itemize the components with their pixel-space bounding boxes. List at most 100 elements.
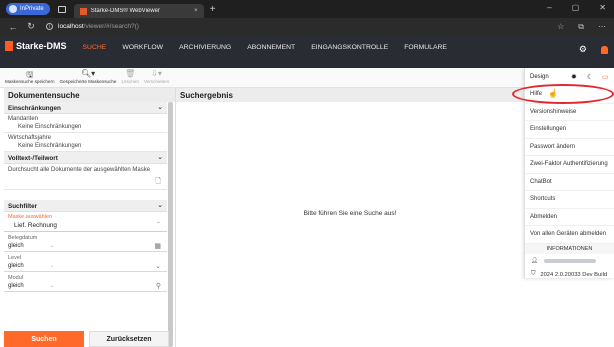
wirtschaftsjahre-label: Wirtschaftsjahre xyxy=(8,135,52,141)
saved-mask-search-button[interactable]: 🔍︎▾ Gespeicherte Maskensuche xyxy=(60,68,117,87)
fulltext-title: Volltext-/Teilwort xyxy=(8,155,58,162)
delete-button[interactable]: 🗑 Löschen xyxy=(122,68,139,87)
wirtschaftsjahre-value[interactable]: Keine Einschränkungen xyxy=(4,141,167,152)
move-label: Verschieben xyxy=(143,79,170,84)
gear-icon[interactable]: ⚙ xyxy=(579,44,587,55)
minimize-icon[interactable]: – xyxy=(547,3,551,12)
menu-item-abmelden[interactable]: Abmelden xyxy=(525,209,614,226)
fulltext-input[interactable]: 🗋 xyxy=(4,176,167,190)
filter-section[interactable]: Suchfilter ⌄ xyxy=(4,200,167,212)
app-logo[interactable]: Starke-DMS xyxy=(5,41,67,51)
menu-item-passwort-aendern[interactable]: Passwort ändern xyxy=(525,139,614,156)
belegdatum-label: Belegdatum xyxy=(8,235,38,241)
chevron-down-icon[interactable]: ⌄ xyxy=(50,283,54,289)
chevron-down-icon[interactable]: ⌄ xyxy=(157,103,163,111)
tab-close-icon[interactable]: × xyxy=(194,8,198,14)
dropdown-arrow-icon[interactable]: ⌃ xyxy=(156,221,161,228)
modul-label: Modul xyxy=(8,275,23,281)
search-button[interactable]: Suchen xyxy=(4,331,84,347)
redacted-username xyxy=(543,258,596,263)
nav-formulare[interactable]: FORMULARE xyxy=(396,35,455,59)
mandanten-label: Mandanten xyxy=(8,116,39,122)
search-panel-buttons: Suchen Zurücksetzen xyxy=(4,331,169,347)
site-info-icon[interactable]: i xyxy=(46,23,53,30)
nav-eingangskontrolle[interactable]: EINGANGSKONTROLLE xyxy=(303,35,396,59)
restrictions-title: Einschränkungen xyxy=(8,105,61,112)
tab-actions-icon[interactable] xyxy=(57,5,66,13)
chevron-down-icon[interactable]: ⌄ xyxy=(155,262,161,270)
info-heading: INFORMATIONEN xyxy=(525,243,614,254)
chevron-down-icon[interactable]: ⌄ xyxy=(50,243,54,249)
filter-title: Suchfilter xyxy=(8,203,38,210)
panel-scrollbar[interactable] xyxy=(168,102,173,347)
inprivate-badge[interactable]: InPrivate xyxy=(6,3,50,15)
more-icon[interactable]: ⋯ xyxy=(598,22,606,32)
menu-item-versionshinweise[interactable]: Versionshinweise xyxy=(525,104,614,121)
url-path: /viewer/#/search?() xyxy=(83,23,139,30)
inprivate-label: InPrivate xyxy=(20,6,44,12)
chevron-down-icon[interactable]: ⌄ xyxy=(157,153,163,161)
mask-select[interactable]: Lief. Rechnung ⌃ xyxy=(4,220,167,232)
document-icon[interactable]: 🗋 xyxy=(155,177,161,188)
restrictions-section[interactable]: Einschränkungen ⌄ xyxy=(4,102,167,114)
modul-row[interactable]: gleich ⌄ ⚲ xyxy=(4,281,167,292)
search-panel: Dokumentensuche Einschränkungen ⌄ Mandan… xyxy=(4,88,176,347)
mandanten-value[interactable]: Keine Einschränkungen xyxy=(4,122,167,133)
move-icon: ⇩▾ xyxy=(151,69,162,78)
url-host: localhost xyxy=(58,23,84,30)
calendar-icon[interactable]: ▦ xyxy=(154,242,161,250)
menu-item-einstellungen[interactable]: Einstellungen xyxy=(525,121,614,139)
profile-icon xyxy=(9,5,17,13)
build-version: 2024 2.0.20033 Dev Build xyxy=(540,271,608,278)
close-window-icon[interactable]: ✕ xyxy=(599,3,606,12)
notification-bell-icon[interactable] xyxy=(601,45,608,54)
modul-operator[interactable]: gleich xyxy=(8,283,24,289)
chevron-down-icon[interactable]: ⌄ xyxy=(157,201,163,209)
trash-icon: 🗑 xyxy=(125,69,136,78)
results-title: Suchergebnis xyxy=(176,88,524,102)
saved-mask-search-label: Gespeicherte Maskensuche xyxy=(59,79,117,84)
save-mask-search-button[interactable]: 🖫 Maskensuche speichern xyxy=(5,68,55,87)
highlight-ellipse xyxy=(512,84,614,104)
favorite-star-icon[interactable]: ☆ xyxy=(557,22,564,32)
reload-icon[interactable]: ↻ xyxy=(26,21,36,32)
menu-item-shortcuts[interactable]: Shortcuts xyxy=(525,191,614,209)
favicon-icon xyxy=(79,7,87,15)
search-icon[interactable]: ⚲ xyxy=(156,282,161,290)
reset-button[interactable]: Zurücksetzen xyxy=(89,331,169,347)
menu-item-chatbot[interactable]: ChatBot xyxy=(525,174,614,191)
browser-addressbar: ← ↻ i localhost/viewer/#/search?() ☆ ⧉ ⋯ xyxy=(0,18,614,35)
toolbar: 🖫 Maskensuche speichern 🔍︎▾ Gespeicherte… xyxy=(0,68,614,88)
menu-item-zwei-faktor[interactable]: Zwei-Faktor Authentifizierung xyxy=(525,156,614,174)
back-icon[interactable]: ← xyxy=(8,22,18,32)
maximize-icon[interactable]: ▢ xyxy=(572,3,580,12)
nav-abonnement[interactable]: ABONNEMENT xyxy=(239,35,303,59)
browser-tabbar: InPrivate Starke-DMS® WebViewer × + – ▢ … xyxy=(0,0,614,18)
app-header: Starke-DMS SUCHE WORKFLOW ARCHIVIERUNG A… xyxy=(0,35,614,68)
belegdatum-row[interactable]: gleich ⌄ ▦ xyxy=(4,241,167,252)
monitor-icon[interactable]: ▭ xyxy=(602,73,609,81)
level-row[interactable]: gleich ⌄ ⌄ xyxy=(4,261,167,272)
menu-item-alle-geraete-abmelden[interactable]: Von allen Geräten abmelden xyxy=(525,226,614,244)
fulltext-section[interactable]: Volltext-/Teilwort ⌄ xyxy=(4,152,167,164)
header-actions: ⚙ xyxy=(579,44,608,55)
chevron-down-icon[interactable]: ⌄ xyxy=(50,263,54,269)
belegdatum-operator[interactable]: gleich xyxy=(8,243,24,249)
build-icon: ⛉ xyxy=(531,271,536,277)
browser-tab[interactable]: Starke-DMS® WebViewer × xyxy=(73,4,204,18)
new-tab-icon[interactable]: + xyxy=(210,4,216,15)
nav-workflow[interactable]: WORKFLOW xyxy=(114,35,171,59)
design-label: Design xyxy=(530,74,549,80)
search-panel-title: Dokumentensuche xyxy=(4,88,175,102)
search-icon: 🔍︎▾ xyxy=(80,69,96,78)
url-field[interactable]: i localhost/viewer/#/search?() xyxy=(46,23,139,30)
level-operator[interactable]: gleich xyxy=(8,263,24,269)
fulltext-description: Durchsucht alle Dokumente der ausgewählt… xyxy=(8,167,151,173)
delete-label: Löschen xyxy=(121,79,139,84)
sun-icon[interactable]: ✹ xyxy=(571,73,577,81)
nav-suche[interactable]: SUCHE xyxy=(75,35,115,59)
collections-icon[interactable]: ⧉ xyxy=(578,22,584,32)
nav-archivierung[interactable]: ARCHIVIERUNG xyxy=(171,35,239,59)
move-button[interactable]: ⇩▾ Verschieben xyxy=(144,68,169,87)
moon-icon[interactable]: ☾ xyxy=(587,73,593,81)
